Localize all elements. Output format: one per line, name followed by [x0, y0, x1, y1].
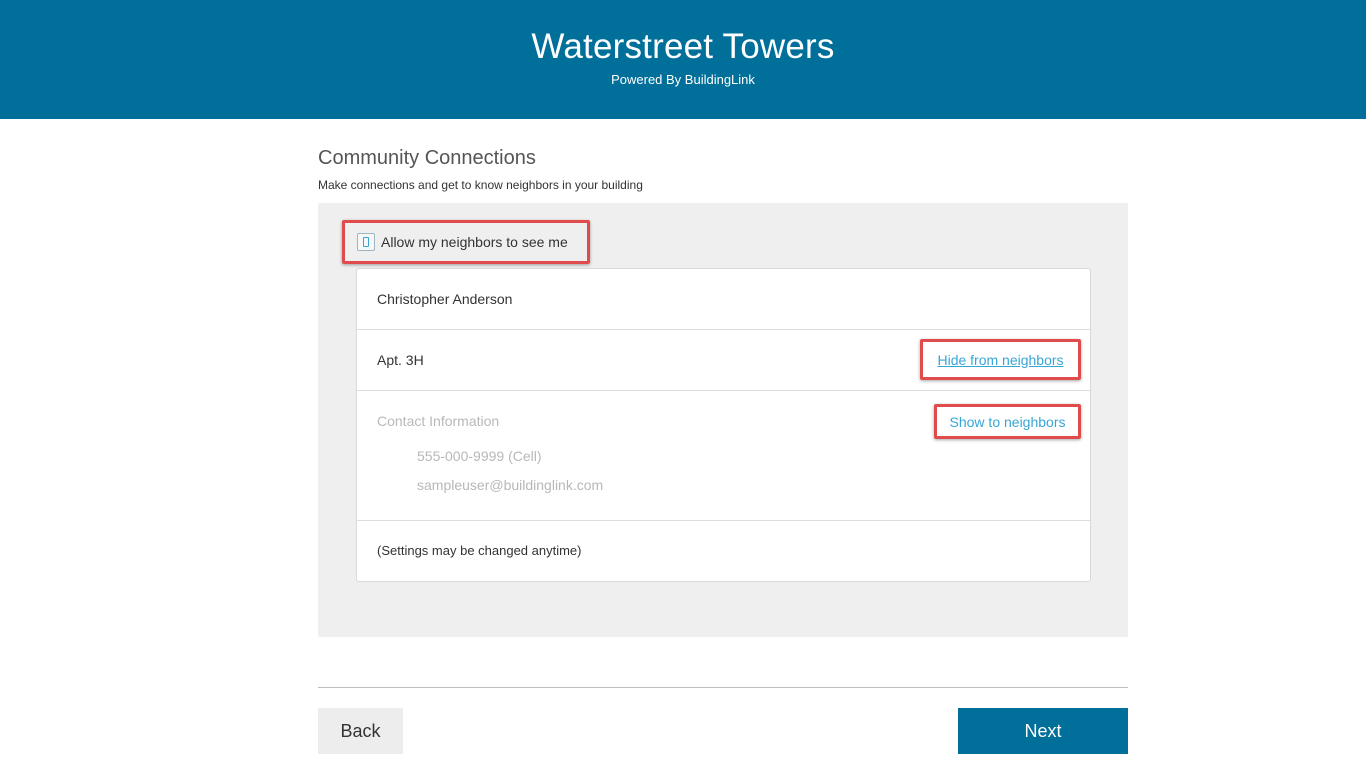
name-row: Christopher Anderson	[357, 269, 1090, 330]
powered-by-text: Powered By BuildingLink	[611, 72, 755, 87]
phone-number: 555-000-9999 (Cell)	[417, 448, 542, 464]
contact-heading: Contact Information	[377, 413, 500, 429]
allow-neighbors-option[interactable]: Allow my neighbors to see me	[342, 220, 590, 264]
next-button[interactable]: Next	[958, 708, 1128, 754]
hide-apartment-highlight: Hide from neighbors	[920, 339, 1081, 380]
show-to-neighbors-link[interactable]: Show to neighbors	[950, 414, 1066, 430]
checkbox-box-icon	[363, 237, 369, 247]
apartment-number: Apt. 3H	[377, 352, 424, 368]
footer-divider	[318, 687, 1128, 688]
app-header: Waterstreet Towers Powered By BuildingLi…	[0, 0, 1366, 119]
resident-name: Christopher Anderson	[377, 291, 513, 307]
page-title: Community Connections	[318, 147, 536, 169]
email-address: sampleuser@buildinglink.com	[417, 477, 604, 493]
allow-neighbors-label[interactable]: Allow my neighbors to see me	[381, 234, 568, 250]
building-title: Waterstreet Towers	[531, 27, 835, 66]
settings-note-row: (Settings may be changed anytime)	[357, 521, 1090, 582]
page-description: Make connections and get to know neighbo…	[318, 178, 643, 192]
back-button[interactable]: Back	[318, 708, 403, 754]
allow-neighbors-checkbox[interactable]	[357, 233, 375, 251]
show-contact-highlight: Show to neighbors	[934, 404, 1081, 439]
settings-note: (Settings may be changed anytime)	[377, 543, 582, 558]
hide-from-neighbors-link[interactable]: Hide from neighbors	[937, 352, 1063, 368]
